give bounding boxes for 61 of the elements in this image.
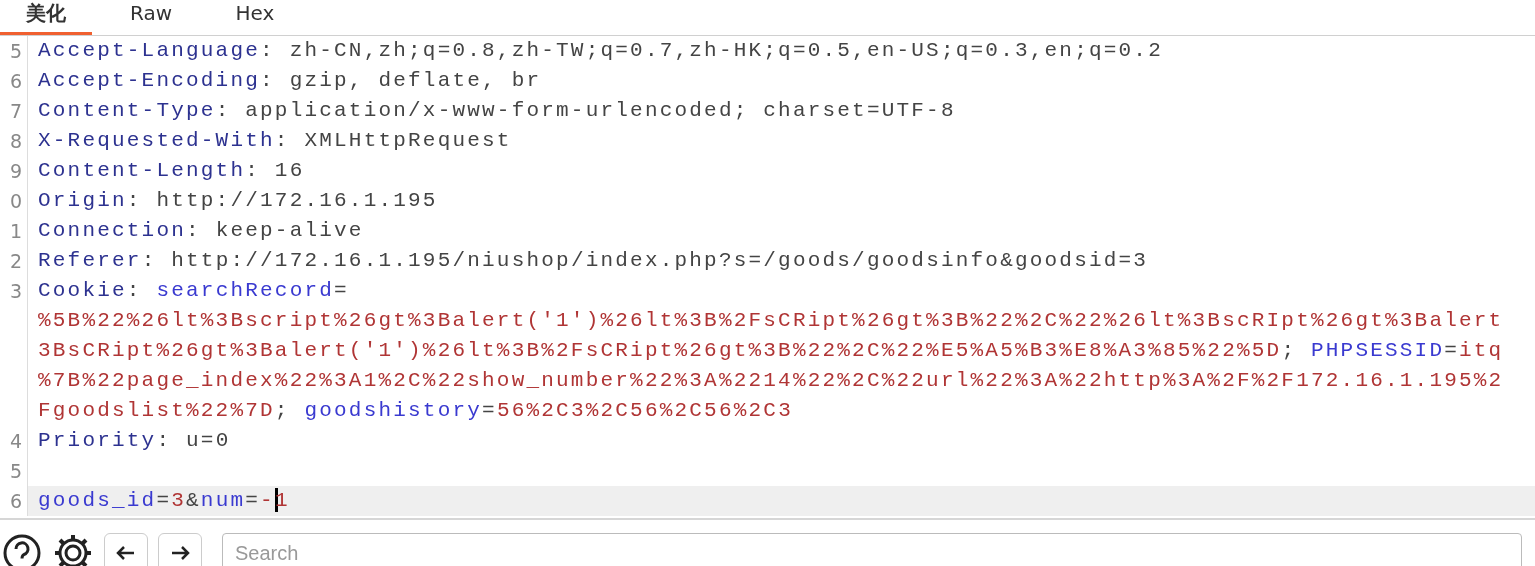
code-token: ; — [1281, 339, 1298, 362]
code-token: Accept-Language — [38, 39, 261, 62]
line-number: 8 — [9, 130, 22, 152]
tab[interactable]: Raw — [92, 0, 210, 35]
code-token: %7B%22page_index%22%3A1%2C%22show_number%22%3A%2214%22%2C%22url%22%3A%22http%3A%2F%2F172.16.1.195%2 — [38, 369, 1504, 392]
code-token: %5B%22%26lt%3Bscript%26gt%3Balert('1')%26lt%3B%2FsCRipt%26gt%3B%22%2C%22%26lt%3BscRIpt%26gt%3Balert — [38, 309, 1504, 332]
code-token: Connection — [38, 219, 187, 242]
code-token: Accept-Encoding — [38, 69, 261, 92]
code-token: num — [200, 489, 246, 512]
code-token: goods_id — [38, 489, 157, 512]
code-token: : — [126, 279, 143, 302]
line-number: 7 — [9, 100, 22, 122]
code-token: = — [482, 399, 497, 422]
code-token: 56%2C3%2C56%2C56%2C3 — [496, 399, 793, 422]
code-token: searchRecord — [156, 279, 335, 302]
line-number: 5 — [9, 460, 22, 482]
code-token: Referer — [38, 249, 142, 272]
code-token: 3BsCRipt%26gt%3Balert('1')%26lt%3B%2FsCRipt%26gt%3B%22%2C%22%E5%A5%B3%E8%A3%85%22%5D — [38, 339, 1282, 362]
search-field[interactable]: Search — [222, 533, 1522, 566]
tab[interactable]: Hex — [210, 0, 300, 35]
back-button[interactable] — [104, 533, 148, 566]
code-token: PHPSESSID — [1311, 339, 1445, 362]
code-token: goodshistory — [304, 399, 483, 422]
code-token: : application/x-www-form-urlencoded; charset=UTF-8 — [215, 99, 956, 122]
code-token: - — [260, 489, 275, 512]
code-token: = — [334, 279, 349, 302]
code-token: Priority — [38, 429, 157, 452]
code-token: & — [186, 489, 201, 512]
code-token: Cookie — [38, 279, 127, 302]
code-token: = — [245, 489, 261, 512]
code-token: = — [156, 489, 172, 512]
code-token: X-Requested-With — [38, 129, 275, 152]
line-number: 5 — [9, 40, 22, 62]
code-token: 3 — [171, 489, 187, 512]
line-number: 1 — [9, 220, 22, 242]
code-token: : http://172.16.1.195/niushop/index.php?s=/goods/goodsinfo&goodsid=3 — [141, 249, 1149, 272]
code-token: = — [1444, 339, 1459, 362]
line-number: 6 — [9, 70, 22, 92]
line-number: 3 — [9, 280, 22, 302]
code-token: itq — [1459, 339, 1504, 362]
code-token: Origin — [38, 189, 127, 212]
line-number: 9 — [9, 160, 22, 182]
code-token: : zh-CN,zh;q=0.8,zh-TW;q=0.7,zh-HK;q=0.5,en-US;q=0.3,en;q=0.2 — [260, 39, 1163, 62]
code-token: Content-Length — [38, 159, 246, 182]
code-token: Content-Type — [38, 99, 216, 122]
code-token: : u=0 — [156, 429, 231, 452]
line-number: 6 — [9, 490, 22, 512]
help-icon[interactable] — [2, 533, 42, 566]
code-editor[interactable] — [0, 36, 1535, 520]
code-token: : keep-alive — [186, 219, 364, 242]
code-token: : XMLHttpRequest — [274, 129, 512, 152]
forward-button[interactable] — [158, 533, 202, 566]
code-token: : gzip, deflate, br — [260, 69, 542, 92]
line-number: 2 — [9, 250, 22, 272]
line-number: 4 — [9, 430, 22, 452]
code-token: Fgoodslist%22%7D — [38, 399, 275, 422]
code-token: : http://172.16.1.195 — [126, 189, 438, 212]
code-token: : 16 — [245, 159, 305, 182]
code-token: ; — [274, 399, 291, 422]
settings-icon[interactable] — [52, 532, 94, 566]
line-number: 0 — [9, 190, 22, 212]
